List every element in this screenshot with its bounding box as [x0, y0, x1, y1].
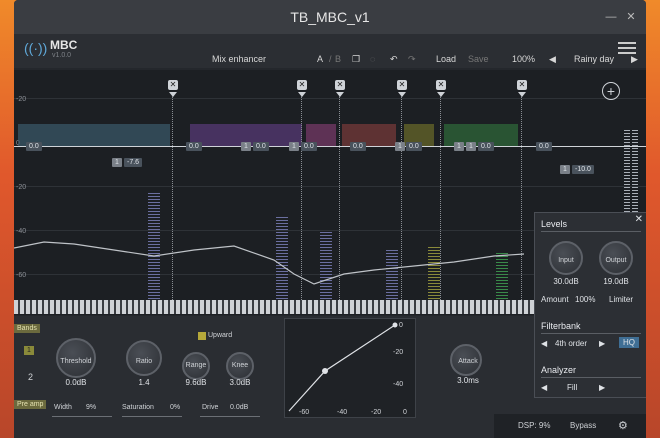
bands-tag: Bands	[14, 324, 40, 333]
copy-icon[interactable]: ❐	[352, 54, 360, 65]
width-slider[interactable]	[52, 416, 112, 417]
dsp-usage: DSP: 9%	[518, 421, 551, 430]
analyzer-next-icon[interactable]: ▶	[599, 383, 605, 392]
drive-label: Drive	[202, 404, 219, 411]
analyzer-value[interactable]: Fill	[567, 383, 577, 392]
filterbank-next-icon[interactable]: ▶	[599, 339, 605, 348]
attack-label: Attack	[458, 358, 478, 365]
transfer-x-label: -60	[299, 409, 310, 416]
transfer-y-label: 0	[399, 322, 403, 329]
load-button[interactable]: Load	[436, 54, 456, 64]
preset-name[interactable]: Mix enhancer	[212, 54, 266, 64]
input-label: Input	[558, 257, 574, 264]
filterbank-title: Filterbank	[541, 321, 581, 331]
output-label: Output	[605, 257, 627, 264]
transfer-curve	[288, 322, 398, 412]
paste-icon[interactable]: ◌	[370, 54, 375, 64]
close-popup-icon[interactable]: ✕	[635, 214, 643, 225]
transfer-y-label: -40	[393, 381, 404, 388]
upward-label: Upward	[208, 332, 233, 339]
zoom-level[interactable]: 100%	[512, 54, 535, 64]
theme-name[interactable]: Rainy day	[574, 54, 614, 64]
range-value[interactable]: 9.6dB	[178, 378, 214, 387]
output-value[interactable]: 19.0dB	[595, 277, 637, 286]
ratio-label: Ratio	[135, 358, 153, 365]
window-title: TB_MBC_v1	[290, 9, 370, 25]
app-name: MBC	[50, 38, 78, 52]
filterbank-prev-icon[interactable]: ◀	[541, 339, 547, 348]
band-select-2[interactable]: 2	[28, 372, 33, 382]
divider	[541, 231, 641, 232]
transfer-x-label: -20	[371, 409, 382, 416]
ratio-value[interactable]: 1.4	[126, 378, 162, 387]
filterbank-value[interactable]: 4th order	[555, 339, 587, 348]
theme-prev-icon[interactable]: ◀	[549, 54, 556, 65]
band-select-1[interactable]: 1	[24, 346, 34, 355]
transfer-y-label: -20	[393, 349, 404, 356]
threshold-value[interactable]: 0.0dB	[56, 378, 96, 387]
ab-separator: /	[329, 54, 332, 64]
upward-checkbox[interactable]	[198, 332, 206, 340]
levels-title: Levels	[541, 219, 568, 229]
save-button[interactable]: Save	[468, 54, 489, 64]
analyzer-prev-icon[interactable]: ◀	[541, 383, 547, 392]
undo-icon[interactable]: ↶	[390, 54, 398, 65]
amount-value[interactable]: 100%	[575, 295, 595, 304]
input-value[interactable]: 30.0dB	[545, 277, 587, 286]
knee-value[interactable]: 3.0dB	[222, 378, 258, 387]
divider	[541, 377, 641, 378]
saturation-value[interactable]: 0%	[170, 404, 180, 411]
levels-popup: ✕ Levels Input 30.0dB Output 19.0dB Amou…	[534, 212, 646, 398]
drive-value[interactable]: 0.0dB	[230, 404, 248, 411]
drive-slider[interactable]	[200, 416, 260, 417]
saturation-label: Saturation	[122, 404, 154, 411]
hq-button[interactable]: HQ	[619, 337, 639, 348]
range-label: Range	[185, 362, 207, 369]
theme-next-icon[interactable]: ▶	[631, 54, 638, 65]
analyzer-title: Analyzer	[541, 365, 577, 375]
transfer-x-label: -40	[337, 409, 348, 416]
status-bar: DSP: 9% Bypass ⚙	[494, 414, 646, 438]
attack-value[interactable]: 3.0ms	[448, 376, 488, 385]
ab-a-button[interactable]: A	[317, 54, 323, 64]
minimize-icon[interactable]: —	[604, 10, 618, 24]
knee-label: Knee	[231, 362, 249, 369]
transfer-curve-panel[interactable]: 0 -20 -40 -60 -40 -20 0	[284, 318, 416, 418]
transfer-x-label: 0	[403, 409, 407, 416]
width-label: Width	[54, 404, 72, 411]
toolbar: Mix enhancer A / B ❐ ◌ ↶ ↷ Load Save 100…	[14, 52, 646, 70]
gear-icon[interactable]: ⚙	[618, 419, 628, 432]
amount-label: Amount	[541, 295, 569, 304]
width-value[interactable]: 9%	[86, 404, 96, 411]
redo-icon[interactable]: ↷	[408, 54, 416, 65]
ab-b-button[interactable]: B	[335, 54, 341, 64]
divider	[541, 333, 641, 334]
limiter-toggle[interactable]: Limiter	[609, 295, 633, 304]
close-window-icon[interactable]: ✕	[624, 10, 638, 24]
plugin-window: TB_MBC_v1 — ✕ ((·)) MBC v1.0.0 Mix enhan…	[14, 0, 646, 438]
title-bar: TB_MBC_v1 — ✕	[14, 0, 646, 34]
pre-amp-tag: Pre amp	[14, 400, 47, 409]
bypass-button[interactable]: Bypass	[570, 421, 596, 430]
saturation-slider[interactable]	[122, 416, 182, 417]
threshold-label: Threshold	[60, 358, 92, 365]
